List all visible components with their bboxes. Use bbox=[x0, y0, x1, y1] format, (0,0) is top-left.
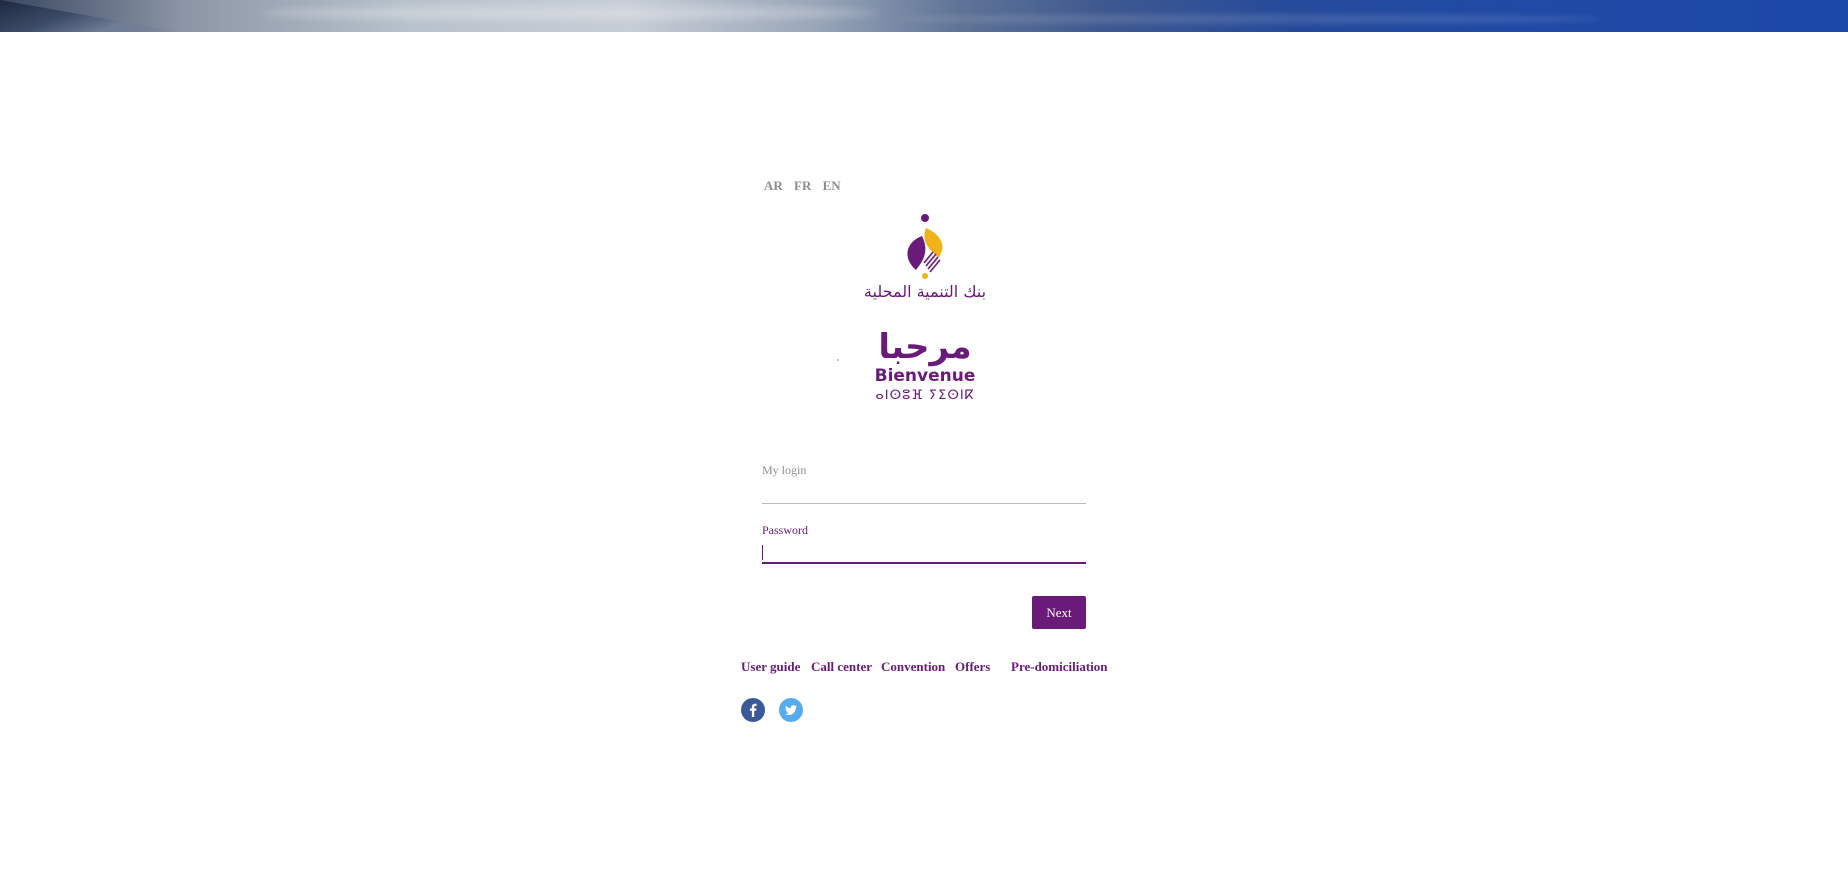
offers-link[interactable]: Offers bbox=[955, 659, 990, 675]
next-button[interactable]: Next bbox=[1032, 596, 1086, 629]
svg-text:بنك التنمية المحلية: بنك التنمية المحلية bbox=[864, 282, 986, 300]
facebook-icon[interactable] bbox=[741, 698, 765, 722]
user-guide-link[interactable]: User guide bbox=[741, 659, 800, 675]
lang-en-link[interactable]: EN bbox=[823, 178, 841, 193]
lang-ar-link[interactable]: AR bbox=[764, 178, 783, 193]
password-label: Password bbox=[762, 523, 809, 537]
welcome-block: مرحبا Bienvenue ⴰⵏⵙⵓⴼ ⵢⵉⵙⵏⴽ bbox=[870, 328, 980, 413]
cloud-image bbox=[260, 6, 880, 20]
login-field: My login bbox=[762, 463, 1086, 504]
password-field: Password bbox=[762, 523, 1086, 564]
pre-domiciliation-link[interactable]: Pre-domiciliation bbox=[1011, 659, 1108, 675]
login-input[interactable] bbox=[762, 478, 1086, 504]
twitter-icon[interactable] bbox=[779, 698, 803, 722]
call-center-link[interactable]: Call center bbox=[811, 659, 872, 675]
welcome-tifinagh: ⴰⵏⵙⵓⴼ ⵢⵉⵙⵏⴽ bbox=[875, 388, 975, 403]
login-label: My login bbox=[762, 463, 807, 477]
convention-link[interactable]: Convention bbox=[881, 659, 945, 675]
header-banner bbox=[0, 0, 1848, 32]
password-input[interactable] bbox=[762, 538, 1086, 564]
language-switcher: AR FR EN bbox=[764, 178, 849, 194]
text-cursor bbox=[762, 545, 763, 560]
decorative-dot bbox=[837, 359, 839, 361]
cloud-image-secondary bbox=[900, 14, 1600, 24]
lang-fr-link[interactable]: FR bbox=[794, 178, 811, 193]
welcome-french: Bienvenue bbox=[874, 366, 976, 386]
mountain-image bbox=[0, 0, 180, 32]
welcome-arabic: مرحبا bbox=[878, 327, 972, 367]
bank-logo: بنك التنمية المحلية bbox=[840, 210, 1010, 301]
